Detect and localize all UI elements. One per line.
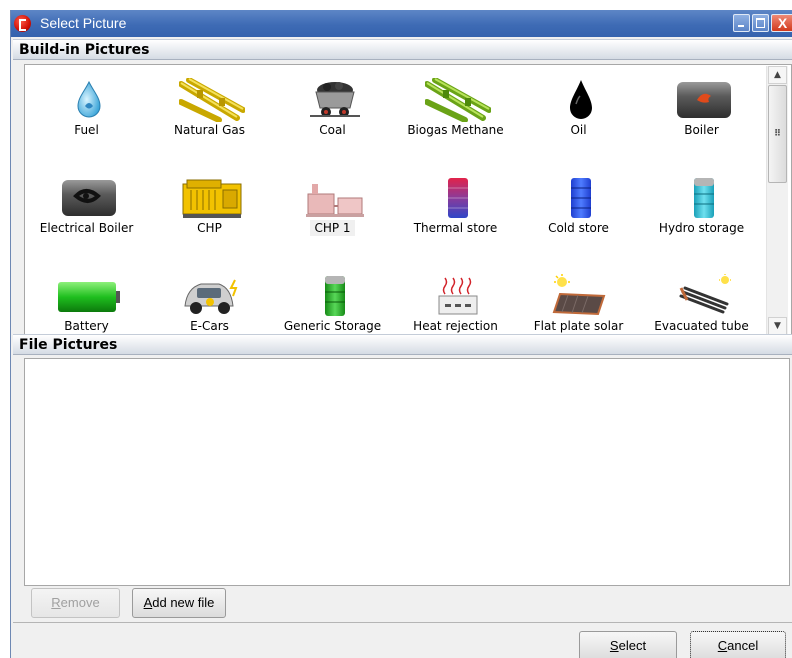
picture-label: Biogas Methane (407, 123, 504, 137)
flat-plate-solar-icon (552, 274, 606, 316)
picture-tile-oil[interactable]: Oil (517, 75, 640, 173)
picture-label: Oil (570, 123, 587, 137)
picture-label: Generic Storage (283, 319, 382, 333)
picture-tile-natural-gas[interactable]: Natural Gas (148, 75, 271, 173)
picture-label: Fuel (74, 123, 99, 137)
add-new-file-button[interactable]: Add new file (132, 588, 226, 618)
e-car-icon (184, 279, 238, 314)
picture-label: Hydro storage (658, 221, 745, 235)
picture-label: Boiler (684, 123, 719, 137)
title-bar[interactable]: Select Picture X (11, 10, 792, 37)
picture-label: Heat rejection (413, 319, 498, 333)
picture-label: Electrical Boiler (39, 221, 134, 235)
picture-tile-chp-1[interactable]: CHP 1 (271, 173, 394, 271)
battery-icon (58, 282, 120, 312)
picture-tile-coal[interactable]: Coal (271, 75, 394, 173)
picture-label: Flat plate solar (533, 319, 624, 333)
picture-tile-e-cars[interactable]: E-Cars (148, 271, 271, 337)
remove-button[interactable]: Remove (31, 588, 120, 618)
picture-tile-fuel[interactable]: Fuel (25, 75, 148, 173)
chp-engine-icon (182, 179, 242, 218)
heat-rejection-icon (438, 277, 478, 315)
coal-cart-icon (310, 82, 360, 117)
natural-gas-pipes-icon (179, 78, 245, 122)
boiler-icon (677, 82, 731, 118)
thermal-store-icon (448, 178, 468, 218)
picture-tile-generic-storage[interactable]: Generic Storage (271, 271, 394, 337)
picture-tile-flat-plate-solar[interactable]: Flat plate solar (517, 271, 640, 337)
picture-label: Coal (319, 123, 346, 137)
evacuated-tube-icon (679, 274, 731, 314)
picture-tile-cold-store[interactable]: Cold store (517, 173, 640, 271)
picture-tile-battery[interactable]: Battery (25, 271, 148, 337)
generic-storage-icon (325, 276, 345, 316)
picture-label: CHP 1 (271, 220, 394, 236)
picture-tile-thermal-store[interactable]: Thermal store (394, 173, 517, 271)
window-title: Select Picture (40, 15, 127, 31)
hydro-storage-icon (694, 178, 714, 218)
cold-store-icon (571, 178, 591, 218)
picture-label: Cold store (548, 221, 609, 235)
electrical-boiler-icon (62, 180, 116, 216)
picture-tile-chp[interactable]: CHP (148, 173, 271, 271)
select-picture-dialog: Select Picture X Build-in Pictures Fuel (10, 10, 792, 658)
picture-label: CHP (197, 221, 222, 235)
file-pictures-header: File Pictures (13, 334, 792, 355)
select-button[interactable]: Select (579, 631, 677, 658)
fuel-drop-icon (77, 80, 101, 118)
picture-tile-electrical-boiler[interactable]: Electrical Boiler (25, 173, 148, 271)
footer-divider (13, 622, 792, 623)
builtin-pictures-header: Build-in Pictures (13, 39, 792, 60)
cancel-button[interactable]: Cancel (690, 631, 786, 658)
oil-drop-icon (570, 80, 592, 119)
scroll-down-arrow-icon[interactable]: ▼ (768, 317, 787, 335)
minimize-button[interactable] (733, 14, 750, 32)
builtin-pictures-gallery[interactable]: Fuel Natural Gas Coal Biogas Methane Oil… (24, 64, 792, 338)
picture-label: Thermal store (413, 221, 498, 235)
picture-label: Evacuated tube (654, 319, 749, 333)
picture-tile-hydro-storage[interactable]: Hydro storage (640, 173, 763, 271)
picture-tile-heat-rejection[interactable]: Heat rejection (394, 271, 517, 337)
picture-label: Natural Gas (174, 123, 245, 137)
picture-tile-boiler[interactable]: Boiler (640, 75, 763, 173)
app-logo-icon (14, 15, 31, 32)
gallery-scrollbar[interactable]: ▲ ⠿ ▼ (766, 66, 788, 336)
picture-label: Battery (64, 319, 109, 333)
maximize-button[interactable] (752, 14, 769, 32)
file-pictures-list[interactable] (24, 358, 790, 586)
scroll-up-arrow-icon[interactable]: ▲ (768, 66, 787, 84)
biogas-pipes-icon (425, 78, 491, 122)
chp1-plant-icon (306, 184, 364, 217)
close-button[interactable]: X (771, 14, 792, 32)
scrollbar-thumb[interactable]: ⠿ (768, 85, 787, 183)
picture-tile-biogas-methane[interactable]: Biogas Methane (394, 75, 517, 173)
picture-tile-evacuated-tube[interactable]: Evacuated tube (640, 271, 763, 337)
picture-label: E-Cars (190, 319, 229, 333)
